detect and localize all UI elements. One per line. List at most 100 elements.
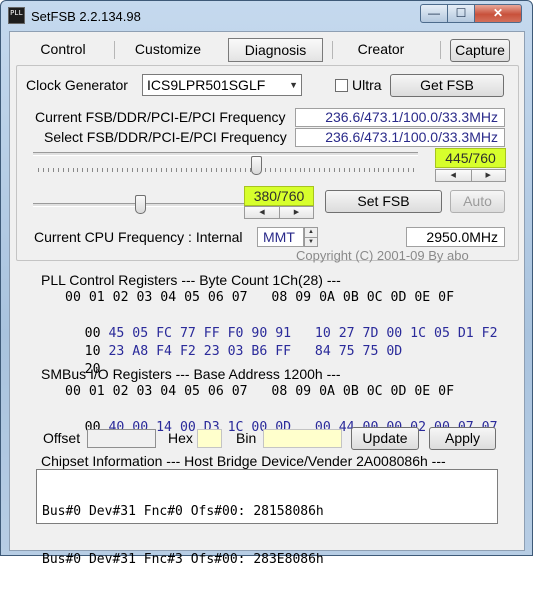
set-fsb-button[interactable]: Set FSB [325,190,442,213]
slider-tick [67,168,69,172]
copyright-text: Copyright (C) 2001-09 By abo [296,248,469,263]
row-values[interactable]: 23 A8 F4 F2 23 03 B6 FF 84 75 75 0D [108,344,402,359]
slider-tick [225,168,227,172]
right-arrow-icon[interactable]: ▶ [279,207,313,218]
slider-tick [195,168,197,172]
update-button[interactable]: Update [351,427,419,450]
slider-tick [116,168,118,172]
current-frequency-field: 236.6/473.1/100.0/33.3MHz [295,108,505,127]
pci-slider-readout: 380/760 [244,186,314,206]
tab-separator [332,41,333,59]
chevron-down-icon: ▼ [289,80,298,90]
slider-tick [235,168,237,172]
tab-diagnosis[interactable]: Diagnosis [228,38,323,62]
slider-tick [348,168,350,172]
offset-input[interactable] [87,429,156,448]
fsb-slider-track[interactable] [33,152,418,156]
left-arrow-icon[interactable]: ◀ [245,207,279,218]
slider-tick [82,168,84,172]
auto-button[interactable]: Auto [450,190,505,213]
select-frequency-field: 236.6/473.1/100.0/33.3MHz [295,128,505,147]
down-arrow-icon[interactable]: ▼ [305,237,317,246]
hex-label: Hex [168,430,193,446]
slider-tick [279,168,281,172]
slider-tick [294,168,296,172]
maximize-button[interactable]: ☐ [447,4,475,23]
cpu-frequency-value: 2950.0MHz [406,227,505,247]
title-bar[interactable]: PLL SetFSB 2.2.134.98 — ☐ ✕ [1,1,532,31]
slider-tick [47,168,49,172]
pci-slider-thumb[interactable] [135,195,146,214]
minimize-button[interactable]: — [420,4,448,23]
slider-tick [319,168,321,172]
cpu-frequency-label: Current CPU Frequency : Internal [34,229,243,245]
slider-tick [403,168,405,172]
list-item: Bus#0 Dev#31 Fnc#3 Ofs#00: 283E8086h [42,552,324,567]
slider-tick [166,168,168,172]
slider-tick [171,168,173,172]
setfsb-window: PLL SetFSB 2.2.134.98 — ☐ ✕ Control Cust… [0,0,533,567]
close-button[interactable]: ✕ [474,4,522,23]
bin-label: Bin [236,430,257,446]
slider-tick [408,168,410,172]
slider-tick [220,168,222,172]
cpu-mode-spinner[interactable]: ▲ ▼ [304,227,318,247]
slider-tick [97,168,99,172]
slider-tick [186,168,188,172]
slider-tick [87,168,89,172]
slider-tick [264,168,266,172]
fsb-slider-spinner[interactable]: ◀ ▶ [435,169,506,182]
tab-bar: Control Customize Diagnosis Creator Capt… [10,32,524,66]
slider-tick [309,168,311,172]
slider-tick [107,168,109,172]
slider-tick [334,168,336,172]
slider-tick [240,168,242,172]
slider-tick [161,168,163,172]
slider-tick [368,168,370,172]
slider-tick [358,168,360,172]
slider-tick [314,168,316,172]
list-item: Bus#0 Dev#31 Fnc#0 Ofs#00: 28158086h [42,504,324,519]
slider-tick [284,168,286,172]
slider-tick [176,168,178,172]
pci-slider-spinner[interactable]: ◀ ▶ [244,206,314,219]
apply-button[interactable]: Apply [429,427,496,450]
smbus-header-row: 00 01 02 03 04 05 06 07 08 09 0A 0B 0C 0… [65,384,455,399]
clock-generator-select[interactable]: ICS9LPR501SGLF ▼ [142,74,302,96]
cpu-mode-field[interactable]: MMT [257,227,304,247]
bin-input[interactable] [263,429,342,448]
pll-registers-title: PLL Control Registers --- Byte Count 1Ch… [41,272,341,288]
offset-label: Offset [43,430,81,446]
ultra-checkbox[interactable] [335,79,348,92]
slider-tick [338,168,340,172]
chipset-info-list[interactable]: Bus#0 Dev#31 Fnc#0 Ofs#00: 28158086h Bus… [36,469,498,567]
slider-tick [102,168,104,172]
tab-creator[interactable]: Creator [340,38,422,62]
capture-button[interactable]: Capture [450,39,510,62]
slider-tick [38,168,39,172]
slider-tick [245,168,247,172]
left-arrow-icon[interactable]: ◀ [436,170,471,181]
tab-customize[interactable]: Customize [122,38,214,62]
slider-tick [304,168,306,172]
select-frequency-label: Select FSB/DDR/PCI-E/PCI Frequency [44,129,287,145]
get-fsb-button[interactable]: Get FSB [390,74,504,97]
slider-tick [52,168,54,172]
tab-control[interactable]: Control [20,38,106,62]
slider-tick [126,168,128,172]
slider-tick [343,168,345,172]
slider-tick [378,168,380,172]
slider-tick [151,168,153,172]
hex-input[interactable] [197,429,222,448]
slider-tick [57,168,59,172]
slider-tick [230,168,232,172]
fsb-slider-thumb[interactable] [251,156,263,175]
slider-tick [289,168,291,172]
right-arrow-icon[interactable]: ▶ [470,170,506,181]
slider-tick [329,168,331,172]
smbus-registers-title: SMBus I/O Registers --- Base Address 120… [41,366,341,382]
slider-tick [383,168,385,172]
up-arrow-icon[interactable]: ▲ [305,228,317,237]
slider-tick [131,168,133,172]
current-frequency-label: Current FSB/DDR/PCI-E/PCI Frequency [35,109,286,125]
